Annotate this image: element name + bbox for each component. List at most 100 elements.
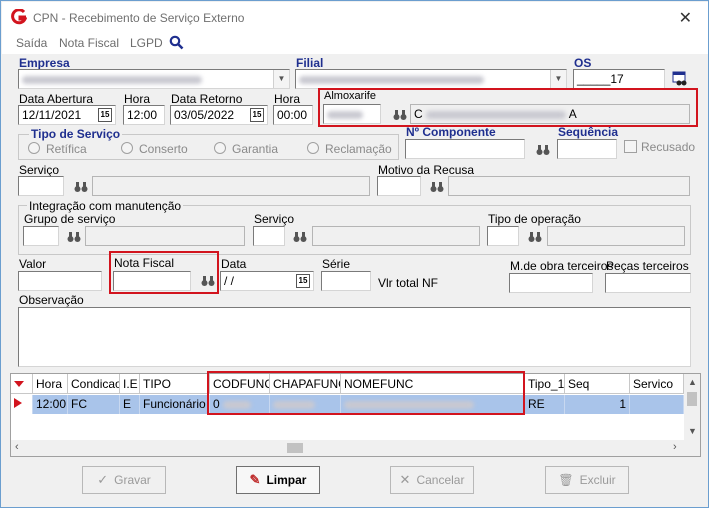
limpar-button[interactable]: ✎ Limpar (236, 466, 320, 494)
binoculars-icon[interactable] (74, 181, 88, 193)
radio-garantia[interactable] (214, 142, 226, 154)
close-icon[interactable]: ✕ (679, 8, 692, 28)
data-retorno-value: 03/05/2022 (174, 108, 235, 122)
grid-header-condicao[interactable]: Condicao (68, 374, 120, 394)
grupo-servico-desc-input (85, 226, 245, 246)
sort-down-icon[interactable] (14, 380, 24, 388)
table-cell[interactable]: Funcionário (140, 395, 210, 414)
filial-select[interactable]: ▼ (295, 69, 567, 89)
binoculars-icon[interactable] (201, 275, 215, 287)
hora-retorno-input[interactable]: 00:00 (273, 105, 313, 125)
excluir-label: Excluir (579, 473, 616, 487)
table-cell[interactable]: 12:00 (33, 395, 68, 414)
grid-header-servico[interactable]: Servico (630, 374, 684, 394)
vertical-scrollbar[interactable]: ▲ ▼ (684, 374, 700, 440)
valor-input[interactable] (18, 271, 102, 291)
data-label: Data (221, 257, 247, 271)
pecas-terceiros-label: Peças terceiros (606, 259, 689, 273)
grid-header-seq[interactable]: Seq (565, 374, 630, 394)
grid-indicator-header (11, 374, 33, 394)
chevron-down-icon[interactable]: ▼ (273, 70, 289, 88)
binoculars-icon[interactable] (67, 231, 81, 243)
tipo-servico-label: Tipo de Serviço (29, 127, 123, 141)
almoxarife-name-prefix: C (414, 107, 423, 121)
recusado-checkbox[interactable] (624, 140, 637, 153)
grid-header-ie[interactable]: I.E (120, 374, 140, 394)
mdo-terceiros-input[interactable] (509, 273, 593, 293)
motivo-recusa-input[interactable] (377, 176, 421, 196)
sequencia-label: Sequência (558, 125, 619, 139)
serie-input[interactable] (321, 271, 371, 291)
nf-data-value: / / (224, 274, 235, 288)
hora-input[interactable]: 12:00 (123, 105, 165, 125)
motivo-recusa-label: Motivo da Recusa (378, 163, 475, 177)
grid-header-tipo[interactable]: TIPO (140, 374, 210, 394)
sequencia-input[interactable] (557, 139, 617, 159)
binoculars-icon[interactable] (393, 109, 407, 121)
empresa-select[interactable]: ▼ (18, 69, 290, 89)
scroll-up-icon[interactable]: ▲ (688, 377, 697, 387)
menu-nota-fiscal[interactable]: Nota Fiscal (59, 36, 119, 50)
componente-input[interactable] (405, 139, 525, 159)
menu-lgpd[interactable]: LGPD (130, 36, 163, 50)
search-icon[interactable] (169, 35, 184, 50)
menu-saida[interactable]: Saída (16, 36, 47, 50)
radio-conserto-label: Conserto (139, 142, 188, 156)
limpar-label: Limpar (266, 473, 307, 487)
row-indicator[interactable] (11, 395, 33, 414)
servico2-desc-input (312, 226, 480, 246)
radio-retifica[interactable] (28, 142, 40, 154)
grupo-servico-input[interactable] (23, 226, 59, 246)
motivo-recusa-desc-input (448, 176, 690, 196)
table-cell[interactable] (630, 395, 684, 414)
calendar-icon[interactable]: 15 (250, 108, 264, 122)
radio-reclamacao[interactable] (307, 142, 319, 154)
scroll-thumb[interactable] (687, 392, 697, 406)
scroll-left-icon[interactable]: ‹ (15, 441, 19, 453)
table-cell[interactable]: 1 (565, 395, 630, 414)
scroll-thumb-h[interactable] (287, 443, 303, 453)
calendar-icon[interactable]: 15 (296, 274, 310, 288)
calendar-search-icon[interactable] (672, 71, 688, 87)
excluir-button[interactable]: 🗑 Excluir (545, 466, 629, 494)
horizontal-scrollbar[interactable]: ‹ › (11, 440, 700, 456)
radio-reclamacao-label: Reclamação (325, 142, 392, 156)
binoculars-icon[interactable] (293, 231, 307, 243)
cancelar-button[interactable]: ✕ Cancelar (390, 466, 474, 494)
nota-fiscal-input[interactable] (113, 271, 191, 291)
grid-header-tipo1[interactable]: Tipo_1 (525, 374, 565, 394)
tipo-operacao-input[interactable] (487, 226, 519, 246)
app-logo-icon (11, 9, 27, 25)
chevron-down-icon[interactable]: ▼ (550, 70, 566, 88)
grupo-servico-label: Grupo de serviço (24, 212, 116, 226)
table-cell[interactable]: E (120, 395, 140, 414)
table-cell[interactable]: RE (525, 395, 565, 414)
almoxarife-code-input[interactable] (323, 104, 381, 124)
table-cell[interactable]: FC (68, 395, 120, 414)
tipo-operacao-desc-input (547, 226, 685, 246)
hora-label: Hora (124, 92, 151, 106)
os-input[interactable]: _____17 (573, 69, 665, 89)
servico2-label: Serviço (254, 212, 295, 226)
row-pointer-icon (14, 398, 22, 408)
servico-label: Serviço (19, 163, 60, 177)
pecas-terceiros-input[interactable] (605, 273, 691, 293)
servico-desc-input (92, 176, 370, 196)
binoculars-icon[interactable] (536, 144, 550, 156)
calendar-icon[interactable]: 15 (98, 108, 112, 122)
servico-input[interactable] (18, 176, 64, 196)
observacao-textarea[interactable] (18, 307, 691, 367)
almoxarife-name-input: C A (410, 104, 690, 124)
binoculars-icon[interactable] (528, 231, 542, 243)
binoculars-icon[interactable] (430, 181, 444, 193)
radio-garantia-label: Garantia (232, 142, 279, 156)
radio-conserto[interactable] (121, 142, 133, 154)
grid-header-hora[interactable]: Hora (33, 374, 68, 394)
scroll-down-icon[interactable]: ▼ (688, 426, 697, 436)
almoxarife-name-suffix: A (568, 107, 577, 121)
servico2-input[interactable] (253, 226, 285, 246)
window-title: CPN - Recebimento de Serviço Externo (33, 11, 245, 25)
gravar-button[interactable]: ✓ Gravar (82, 466, 166, 494)
filial-label: Filial (296, 56, 324, 70)
scroll-right-icon[interactable]: › (673, 441, 677, 453)
